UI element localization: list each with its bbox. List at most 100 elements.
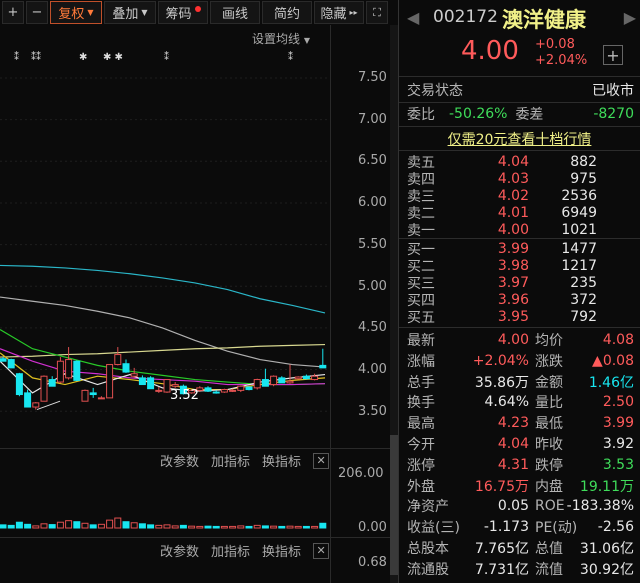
switch-indicator-button[interactable]: 换指标 bbox=[262, 541, 301, 560]
candle-body bbox=[278, 377, 286, 384]
candle-body bbox=[106, 364, 114, 399]
volume-bar bbox=[40, 523, 48, 529]
hide-label: 隐藏 bbox=[320, 7, 347, 22]
fullscreen-button[interactable]: ⛶ bbox=[366, 1, 388, 24]
stat-row: 总手 35.86万 金额 1.46亿 bbox=[407, 372, 634, 392]
axis-divider bbox=[330, 25, 331, 583]
stat-label: 收益(三) bbox=[407, 520, 460, 537]
stat-label: 总值 bbox=[535, 541, 563, 557]
zoom-in-button[interactable]: + bbox=[2, 1, 24, 24]
stat-row: 最新 4.00 均价 4.08 bbox=[407, 330, 634, 350]
level-price: 4.00 bbox=[497, 221, 529, 238]
fuquan-dropdown[interactable]: 复权 ▼ bbox=[50, 1, 102, 24]
divider bbox=[0, 448, 390, 449]
zoom-out-button[interactable]: − bbox=[26, 1, 48, 24]
level-price: 3.96 bbox=[497, 291, 529, 308]
add-indicator-button[interactable]: 加指标 bbox=[211, 541, 250, 560]
prev-stock-arrow-icon[interactable]: ◀ bbox=[407, 8, 419, 27]
volume-bar bbox=[319, 522, 327, 529]
volume-bar bbox=[229, 525, 237, 529]
change-params-button[interactable]: 改参数 bbox=[160, 541, 199, 560]
candle-body bbox=[171, 384, 179, 387]
switch-indicator-button[interactable]: 换指标 bbox=[262, 451, 301, 470]
candle-body bbox=[97, 397, 105, 400]
candle-body bbox=[81, 389, 89, 402]
level-volume: 792 bbox=[570, 308, 597, 325]
volume-bar bbox=[196, 525, 204, 529]
stat-label: 最新 bbox=[407, 333, 435, 349]
volume-bar bbox=[155, 524, 163, 529]
stat-label: 最低 bbox=[535, 416, 563, 433]
stat-row: 今开 4.04 昨收 3.92 bbox=[407, 434, 634, 454]
stat-value: ▲0.08 bbox=[592, 352, 634, 369]
stat-label: 量比 bbox=[535, 395, 563, 412]
volume-bar bbox=[0, 524, 7, 529]
scrollbar-thumb[interactable] bbox=[390, 435, 398, 575]
volume-bar bbox=[311, 525, 319, 529]
chips-button[interactable]: 筹码 bbox=[158, 1, 208, 24]
overlay-dropdown[interactable]: 叠加 ▼ bbox=[104, 1, 156, 24]
moving-average-line bbox=[0, 264, 326, 314]
scrollbar[interactable] bbox=[390, 25, 398, 583]
stat-value: -183.38% bbox=[566, 498, 634, 515]
divider bbox=[399, 102, 640, 103]
stat-row: 涨幅 +2.04% 涨跌 ▲0.08 bbox=[407, 351, 634, 371]
caret-down-icon: ▼ bbox=[141, 8, 148, 17]
order-book-row: 卖二 4.01 6949 bbox=[407, 204, 634, 222]
candle-body bbox=[302, 375, 310, 380]
candle-body bbox=[286, 380, 294, 384]
level-price: 3.98 bbox=[497, 257, 529, 274]
stat-value: 3.92 bbox=[602, 436, 634, 452]
order-book-row: 买四 3.96 372 bbox=[407, 291, 634, 309]
next-stock-arrow-icon[interactable]: ▶ bbox=[624, 8, 636, 27]
stat-label: 跌停 bbox=[535, 457, 563, 474]
close-icon[interactable]: ✕ bbox=[313, 452, 330, 469]
upgrade-promo-link[interactable]: 仅需20元查看十档行情 bbox=[399, 129, 640, 149]
status-value: 已收市 bbox=[592, 83, 634, 99]
stat-value: 4.64% bbox=[484, 394, 529, 411]
add-watchlist-button[interactable]: + bbox=[603, 45, 623, 65]
candle-body bbox=[155, 389, 163, 392]
indicator-bar-2: 改参数 加指标 换指标 ✕ bbox=[160, 541, 330, 560]
kline-chart[interactable] bbox=[0, 25, 330, 583]
order-book-row: 卖三 4.02 2536 bbox=[407, 187, 634, 205]
volume-axis-zero: 0.00 bbox=[358, 520, 387, 535]
candle-body bbox=[114, 354, 122, 366]
close-icon[interactable]: ✕ bbox=[313, 542, 330, 559]
candle-body bbox=[40, 375, 48, 402]
add-indicator-button[interactable]: 加指标 bbox=[211, 451, 250, 470]
level-price: 3.97 bbox=[497, 274, 529, 291]
double-arrow-icon: ▸▸ bbox=[349, 8, 358, 17]
stat-value: 4.00 bbox=[497, 332, 529, 348]
order-book-row: 买三 3.97 235 bbox=[407, 274, 634, 292]
volume-bar bbox=[204, 525, 212, 529]
stat-label: 流值 bbox=[535, 561, 563, 578]
draw-line-button[interactable]: 画线 bbox=[210, 1, 260, 24]
price-axis-label: 4.00 bbox=[358, 361, 387, 377]
hide-button[interactable]: 隐藏 ▸▸ bbox=[314, 1, 364, 24]
price-axis-label: 7.00 bbox=[358, 111, 387, 127]
low-marker-arrow bbox=[36, 400, 61, 411]
stat-value: -1.173 bbox=[483, 519, 529, 536]
candle-body bbox=[261, 379, 269, 387]
price-axis-label: 5.50 bbox=[358, 236, 387, 252]
change-params-button[interactable]: 改参数 bbox=[160, 451, 199, 470]
candle-body bbox=[245, 386, 253, 391]
simple-mode-button[interactable]: 简约 bbox=[262, 1, 312, 24]
price-change: +0.08 bbox=[535, 37, 575, 52]
fuquan-label: 复权 bbox=[58, 7, 85, 22]
candle-body bbox=[15, 373, 23, 396]
volume-bar bbox=[73, 521, 81, 529]
volume-bar bbox=[302, 525, 310, 529]
stat-label: 总手 bbox=[407, 374, 435, 391]
order-book-row: 买一 3.99 1477 bbox=[407, 240, 634, 258]
stat-label: 涨幅 bbox=[407, 353, 435, 370]
candle-body bbox=[56, 360, 64, 383]
fullscreen-icon: ⛶ bbox=[373, 5, 381, 19]
volume-bar bbox=[122, 521, 130, 529]
stat-row: 涨停 4.31 跌停 3.53 bbox=[407, 455, 634, 475]
volume-bar bbox=[220, 525, 228, 529]
stat-row: 收益(三) -1.173 PE(动) -2.56 bbox=[407, 517, 634, 537]
order-book-row: 卖一 4.00 1021 bbox=[407, 221, 634, 239]
volume-bar bbox=[130, 522, 138, 529]
